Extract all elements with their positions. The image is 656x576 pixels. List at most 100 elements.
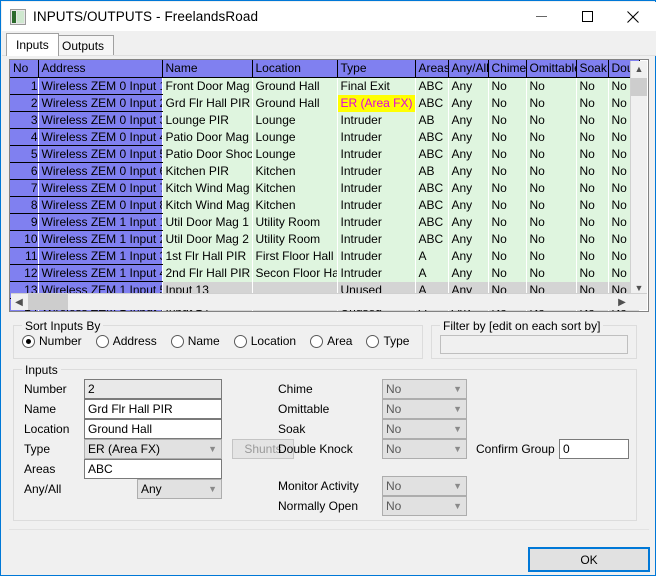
cell-address: Wireless ZEM 0 Input 1 — [38, 78, 162, 95]
double-knock-dropdown[interactable]: No ▼ — [382, 439, 467, 459]
column-header-location[interactable]: Location — [252, 60, 337, 78]
scroll-left-icon[interactable]: ◀ — [11, 294, 27, 310]
cell-no: 1 — [10, 78, 38, 95]
table-header-row: No Address Name Location Type Areas Any/… — [10, 60, 639, 78]
chime-dropdown[interactable]: No ▼ — [382, 379, 467, 399]
column-header-name[interactable]: Name — [162, 60, 252, 78]
inputs-grid[interactable]: No Address Name Location Type Areas Any/… — [9, 59, 649, 312]
type-dropdown[interactable]: ER (Area FX) ▼ — [84, 439, 222, 459]
location-field[interactable]: Ground Hall — [84, 419, 222, 439]
cell-address: Wireless ZEM 0 Input 8 — [38, 197, 162, 214]
cell-chime: No — [488, 248, 526, 265]
cell-omittable: No — [526, 129, 576, 146]
ok-button[interactable]: OK — [529, 548, 649, 571]
column-header-no[interactable]: No — [10, 60, 38, 78]
table-row[interactable]: 10Wireless ZEM 1 Input 2Util Door Mag 2U… — [10, 231, 639, 248]
table-row[interactable]: 5Wireless ZEM 0 Input 5Patio Door ShockL… — [10, 146, 639, 163]
cell-location: Lounge — [252, 112, 337, 129]
cell-no: 10 — [10, 231, 38, 248]
monitor-activity-dropdown[interactable]: No ▼ — [382, 476, 467, 496]
table-row[interactable]: 1Wireless ZEM 0 Input 1Front Door MagGro… — [10, 78, 639, 95]
cell-anyall: Any — [448, 146, 488, 163]
sort-radio-type[interactable]: Type — [366, 334, 409, 348]
sort-radio-location[interactable]: Location — [234, 334, 296, 348]
sort-radio-group: Number Address Name Location Area Type — [22, 334, 423, 348]
tab-outputs[interactable]: Outputs — [52, 35, 114, 56]
cell-location: Ground Hall — [252, 78, 337, 95]
cell-chime: No — [488, 95, 526, 112]
cell-name: 2nd Flr Hall PIR — [162, 265, 252, 282]
chevron-down-icon: ▼ — [453, 420, 462, 438]
column-header-chime[interactable]: Chime — [488, 60, 526, 78]
cell-type: Intruder — [337, 163, 415, 180]
sort-radio-address[interactable]: Address — [96, 334, 157, 348]
table-row[interactable]: 6Wireless ZEM 0 Input 6Kitchen PIRKitche… — [10, 163, 639, 180]
radio-dot-icon — [96, 335, 109, 348]
monitor-activity-label: Monitor Activity — [278, 479, 359, 493]
cell-anyall: Any — [448, 231, 488, 248]
sort-radio-label: Location — [251, 334, 296, 348]
cell-areas: ABC — [415, 146, 448, 163]
confirm-group-field[interactable]: 0 — [559, 439, 629, 459]
cell-chime: No — [488, 214, 526, 231]
sort-radio-area[interactable]: Area — [310, 334, 352, 348]
table-row[interactable]: 3Wireless ZEM 0 Input 3Lounge PIRLoungeI… — [10, 112, 639, 129]
cell-no: 7 — [10, 180, 38, 197]
horizontal-scroll-thumb[interactable] — [28, 294, 68, 310]
soak-dropdown[interactable]: No ▼ — [382, 419, 467, 439]
table-row[interactable]: 8Wireless ZEM 0 Input 8Kitch Wind Mag 2K… — [10, 197, 639, 214]
scroll-up-icon[interactable]: ▲ — [631, 61, 647, 77]
column-header-type[interactable]: Type — [337, 60, 415, 78]
sort-radio-label: Name — [188, 334, 220, 348]
table-row[interactable]: 9Wireless ZEM 1 Input 1Util Door Mag 1Ut… — [10, 214, 639, 231]
cell-areas: ABC — [415, 129, 448, 146]
location-label: Location — [24, 422, 69, 436]
cell-omittable: No — [526, 231, 576, 248]
anyall-dropdown[interactable]: Any ▼ — [137, 479, 222, 499]
column-header-anyall[interactable]: Any/All — [448, 60, 488, 78]
cell-anyall: Any — [448, 78, 488, 95]
type-dropdown-value: ER (Area FX) — [88, 442, 160, 456]
cell-omittable: No — [526, 197, 576, 214]
sort-radio-name[interactable]: Name — [171, 334, 220, 348]
table-row[interactable]: 7Wireless ZEM 0 Input 7Kitch Wind Mag 1K… — [10, 180, 639, 197]
cell-type: Intruder — [337, 248, 415, 265]
table-row[interactable]: 2Wireless ZEM 0 Input 2Grd Flr Hall PIRG… — [10, 95, 639, 112]
name-field[interactable]: Grd Flr Hall PIR — [84, 399, 222, 419]
cell-location: Lounge — [252, 129, 337, 146]
shunts-button-label: Shunts — [244, 442, 281, 456]
confirm-group-label: Confirm Group — [476, 442, 555, 456]
cell-chime: No — [488, 112, 526, 129]
filter-input[interactable] — [440, 335, 628, 354]
cell-address: Wireless ZEM 1 Input 1 — [38, 214, 162, 231]
cell-anyall: Any — [448, 265, 488, 282]
column-header-areas[interactable]: Areas — [415, 60, 448, 78]
grid-horizontal-scrollbar[interactable]: ◀ ▶ — [11, 293, 647, 310]
areas-field[interactable]: ABC — [84, 459, 222, 479]
cell-omittable: No — [526, 95, 576, 112]
vertical-scroll-thumb[interactable] — [631, 78, 647, 96]
chevron-down-icon: ▼ — [208, 480, 217, 498]
cell-address: Wireless ZEM 0 Input 2 — [38, 95, 162, 112]
filter-legend: Filter by [edit on each sort by] — [440, 319, 603, 333]
chime-dropdown-value: No — [386, 382, 401, 396]
anyall-label: Any/All — [24, 482, 61, 496]
table-row[interactable]: 4Wireless ZEM 0 Input 4Patio Door MagLou… — [10, 129, 639, 146]
areas-label: Areas — [24, 462, 55, 476]
minimize-icon[interactable] — [518, 2, 564, 31]
table-row[interactable]: 12Wireless ZEM 1 Input 42nd Flr Hall PIR… — [10, 265, 639, 282]
column-header-soak[interactable]: Soak — [576, 60, 608, 78]
grid-vertical-scrollbar[interactable]: ▲ ▼ — [630, 61, 647, 296]
column-header-address[interactable]: Address — [38, 60, 162, 78]
cell-name: Lounge PIR — [162, 112, 252, 129]
close-icon[interactable] — [610, 2, 656, 31]
tab-inputs[interactable]: Inputs — [6, 33, 59, 56]
table-row[interactable]: 11Wireless ZEM 1 Input 31st Flr Hall PIR… — [10, 248, 639, 265]
column-header-omittable[interactable]: Omittable — [526, 60, 576, 78]
omittable-dropdown[interactable]: No ▼ — [382, 399, 467, 419]
normally-open-dropdown[interactable]: No ▼ — [382, 496, 467, 516]
scroll-right-icon[interactable]: ▶ — [614, 294, 630, 310]
maximize-icon[interactable] — [564, 2, 610, 31]
sort-radio-number[interactable]: Number — [22, 334, 82, 348]
ok-button-label: OK — [580, 553, 597, 567]
